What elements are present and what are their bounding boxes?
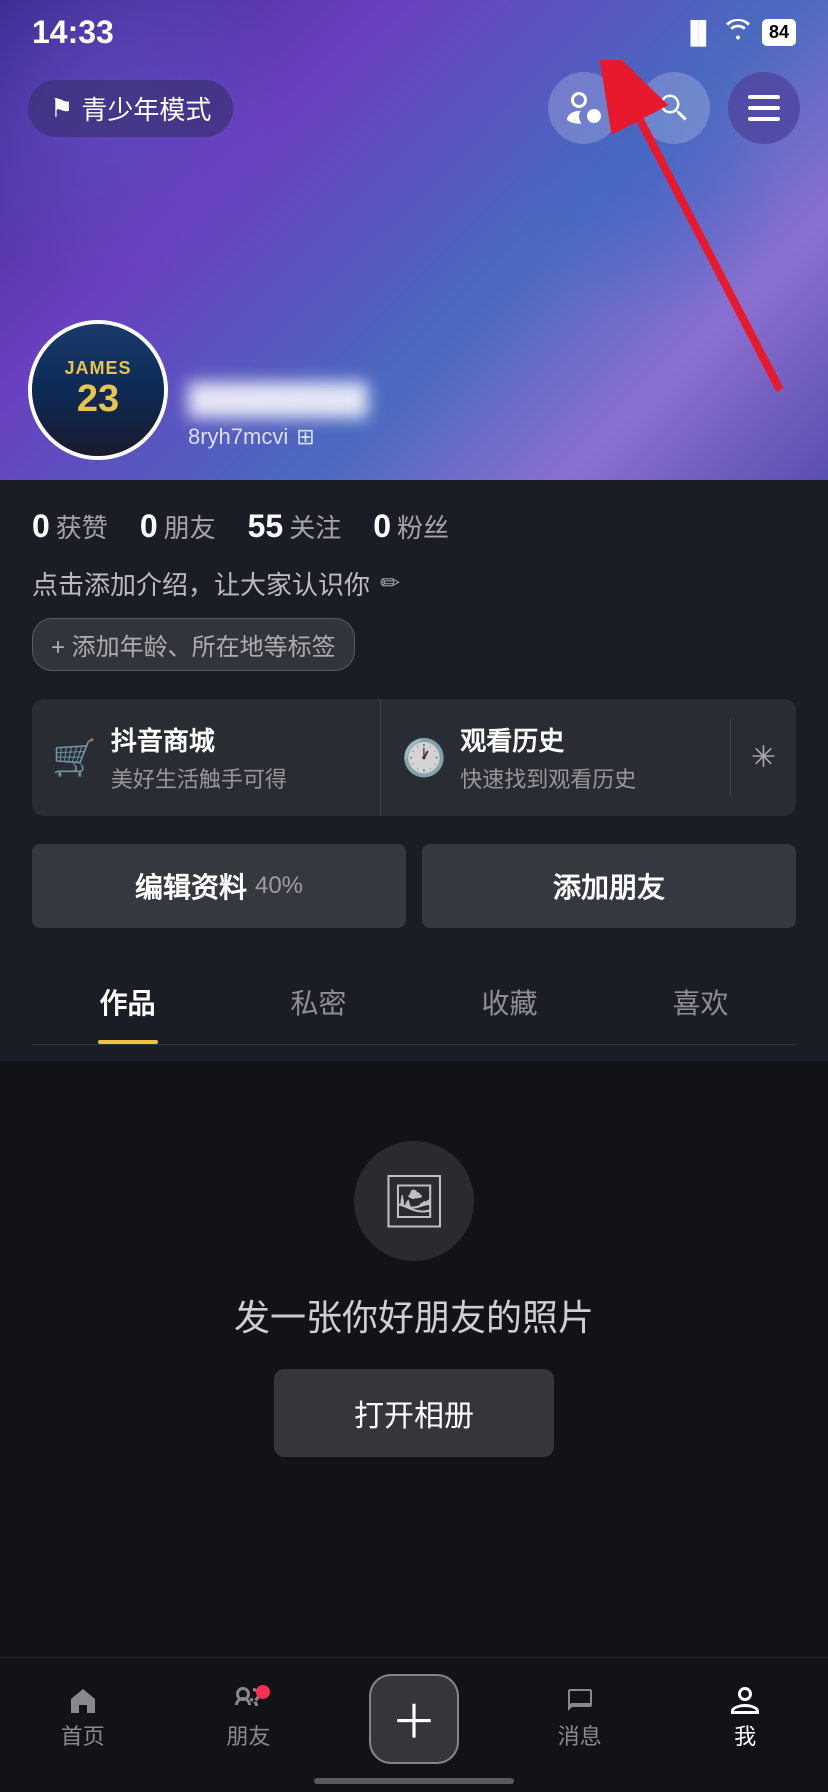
quick-link-shop[interactable]: 🛒 抖音商城 美好生活触手可得 (32, 699, 380, 816)
add-tags-button[interactable]: + 添加年龄、所在地等标签 (32, 618, 355, 671)
friends-icon-button[interactable] (548, 72, 620, 144)
username-row (188, 382, 800, 418)
likes-count: 0 (32, 508, 50, 545)
tags-row: + 添加年龄、所在地等标签 (32, 618, 796, 671)
following-label: 关注 (289, 508, 341, 545)
nav-item-friends[interactable]: 朋友 (166, 1687, 332, 1751)
tab-likes[interactable]: 喜欢 (605, 960, 796, 1044)
quick-links: 🛒 抖音商城 美好生活触手可得 🕐 观看历史 快速找到观看历史 ✳ (32, 699, 796, 816)
edit-profile-button[interactable]: 编辑资料 40% (32, 844, 406, 928)
empty-icon-circle: 🖼 (354, 1141, 474, 1261)
content-tabs: 作品 私密 收藏 喜欢 (32, 960, 796, 1045)
profile-header-bg: ⚑ 青少年模式 (0, 0, 828, 480)
nav-item-me[interactable]: 我 (662, 1687, 828, 1751)
stat-likes: 0 获赞 (32, 508, 108, 545)
content-area: 0 获赞 0 朋友 55 关注 0 粉丝 点击添加介绍，让大家认识你 ✏ + 添… (0, 480, 828, 1697)
stat-friends: 0 朋友 (140, 508, 216, 545)
following-count: 55 (248, 508, 284, 545)
profile-info: 8ryh7mcvi ⊞ (188, 382, 800, 460)
add-friend-label: 添加朋友 (553, 866, 665, 906)
nav-me-label: 我 (734, 1719, 756, 1751)
status-time: 14:33 (32, 14, 114, 51)
bio-text: 点击添加介绍，让大家认识你 (32, 565, 370, 602)
nav-item-add[interactable]: ＋ (331, 1674, 497, 1764)
shop-icon: 🛒 (52, 737, 97, 779)
top-nav: ⚑ 青少年模式 (0, 72, 828, 144)
stat-following: 55 关注 (248, 508, 342, 545)
quick-link-history[interactable]: 🕐 观看历史 快速找到观看历史 (380, 699, 729, 816)
menu-icon-button[interactable] (728, 72, 800, 144)
battery-indicator: 84 (762, 19, 796, 46)
avatar-container: JAMES 23 (28, 320, 168, 460)
search-icon-button[interactable] (638, 72, 710, 144)
action-buttons: 编辑资料 40% 添加朋友 (32, 844, 796, 928)
user-id-row: 8ryh7mcvi ⊞ (188, 424, 800, 450)
open-album-button[interactable]: 打开相册 (274, 1369, 554, 1457)
shop-link-subtitle: 美好生活触手可得 (111, 762, 287, 794)
stat-followers: 0 粉丝 (373, 508, 449, 545)
friends-label: 朋友 (164, 508, 216, 545)
edit-bio-icon[interactable]: ✏ (380, 569, 400, 598)
nav-messages-label: 消息 (558, 1719, 602, 1751)
jersey-number: 23 (77, 378, 119, 421)
qr-icon: ⊞ (296, 424, 314, 450)
profile-section: JAMES 23 8ryh7mcvi ⊞ (28, 320, 800, 460)
youth-mode-label: 青少年模式 (81, 90, 211, 127)
nav-right-icons (548, 72, 800, 144)
stats-row: 0 获赞 0 朋友 55 关注 0 粉丝 (32, 508, 796, 545)
nav-item-home[interactable]: 首页 (0, 1687, 166, 1751)
username-blurred (188, 382, 368, 418)
friends-count: 0 (140, 508, 158, 545)
asterisk-icon: ✳ (751, 740, 776, 775)
nav-home-label: 首页 (61, 1719, 105, 1751)
avatar-inner: JAMES 23 (32, 324, 164, 456)
bottom-nav: 首页 朋友 ＋ 消息 我 (0, 1657, 828, 1792)
friend-notification-dot (256, 1685, 270, 1699)
photo-icon: 🖼 (381, 1171, 447, 1232)
stats-section: 0 获赞 0 朋友 55 关注 0 粉丝 点击添加介绍，让大家认识你 ✏ + 添… (0, 480, 828, 1061)
avatar: JAMES 23 (28, 320, 168, 460)
tab-works[interactable]: 作品 (32, 960, 223, 1044)
status-bar: 14:33 ▐▌ 84 (0, 0, 828, 59)
home-indicator (314, 1778, 514, 1784)
user-id-text: 8ryh7mcvi (188, 424, 288, 450)
history-link-title: 观看历史 (460, 721, 636, 758)
followers-label: 粉丝 (397, 508, 449, 545)
tab-favorites[interactable]: 收藏 (414, 960, 605, 1044)
empty-state: 🖼 发一张你好朋友的照片 打开相册 (0, 1061, 828, 1537)
history-link-text: 观看历史 快速找到观看历史 (460, 721, 636, 794)
nav-item-messages[interactable]: 消息 (497, 1687, 663, 1751)
followers-count: 0 (373, 508, 391, 545)
jersey-name: JAMES (64, 359, 131, 379)
shop-link-text: 抖音商城 美好生活触手可得 (111, 721, 287, 794)
plus-icon: ＋ (391, 1686, 437, 1752)
youth-mode-icon: ⚑ (50, 93, 73, 124)
empty-state-title: 发一张你好朋友的照片 (234, 1289, 594, 1341)
status-icons: ▐▌ 84 (683, 19, 796, 47)
history-icon: 🕐 (401, 737, 446, 779)
shop-link-title: 抖音商城 (111, 721, 287, 758)
edit-profile-label: 编辑资料 (135, 866, 247, 906)
likes-label: 获赞 (56, 508, 108, 545)
tab-private[interactable]: 私密 (223, 960, 414, 1044)
add-friend-button[interactable]: 添加朋友 (422, 844, 796, 928)
add-video-button[interactable]: ＋ (369, 1674, 459, 1764)
wifi-icon (724, 19, 752, 47)
history-link-subtitle: 快速找到观看历史 (460, 762, 636, 794)
edit-progress: 40% (255, 872, 303, 900)
nav-friends-label: 朋友 (226, 1719, 270, 1751)
quick-link-more[interactable]: ✳ (730, 718, 796, 797)
youth-mode-button[interactable]: ⚑ 青少年模式 (28, 80, 233, 137)
signal-icon: ▐▌ (683, 20, 714, 46)
bio-row[interactable]: 点击添加介绍，让大家认识你 ✏ (32, 565, 796, 602)
